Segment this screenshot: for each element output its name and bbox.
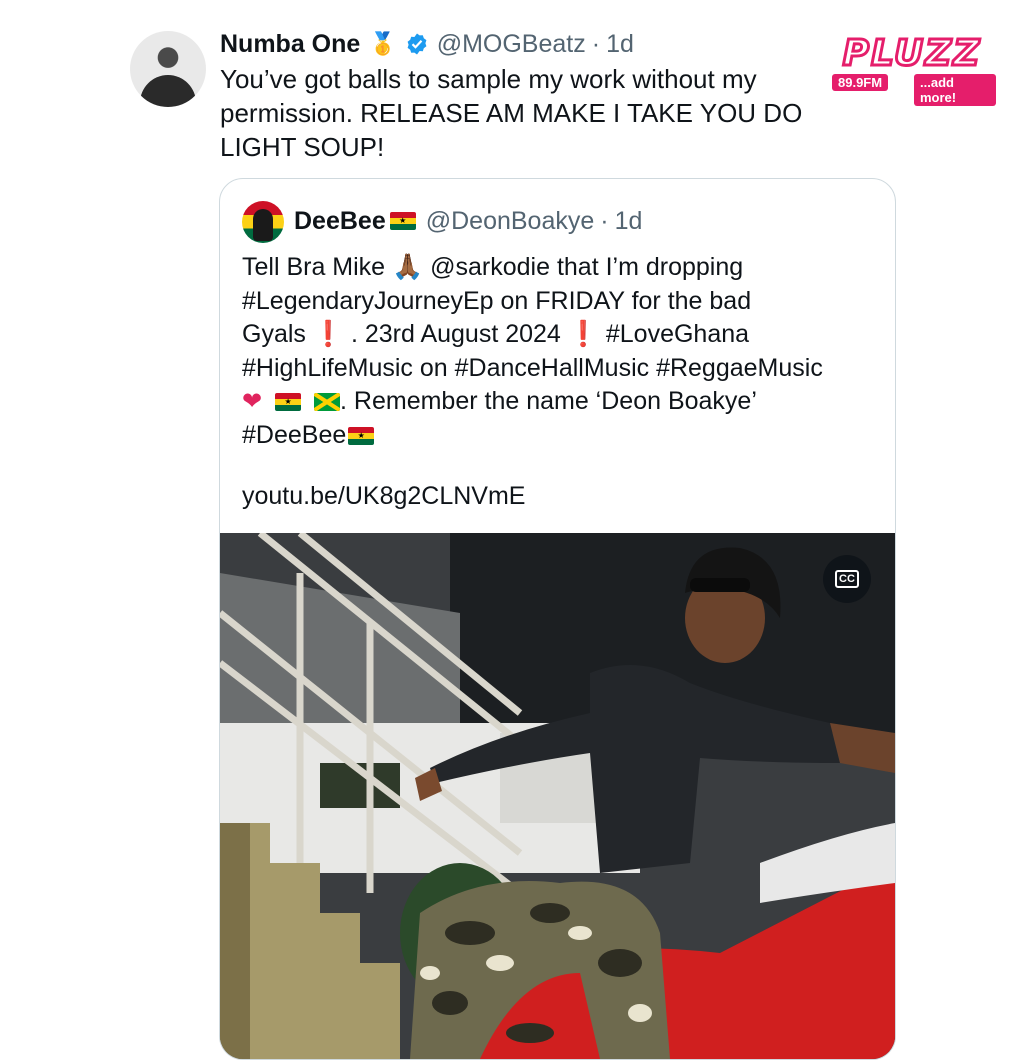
text-fragment: . 23rd August 2024 bbox=[344, 320, 568, 348]
logo-frequency: 89.9FM bbox=[832, 74, 889, 91]
tweet-text: You’ve got balls to sample my work witho… bbox=[220, 64, 803, 162]
quoted-author-handle[interactable]: @DeonBoakye bbox=[426, 207, 595, 236]
verified-badge-icon bbox=[407, 33, 427, 55]
closed-captions-button[interactable]: CC bbox=[823, 555, 871, 603]
tweet-timestamp[interactable]: 1d bbox=[606, 30, 634, 59]
author-avatar[interactable] bbox=[130, 31, 206, 107]
youtube-link[interactable]: youtu.be/UK8g2CLNVmE bbox=[242, 482, 525, 511]
quoted-meta-separator: · bbox=[600, 206, 609, 235]
quoted-author-avatar[interactable] bbox=[242, 201, 284, 243]
quoted-tweet-card[interactable]: DeeBee @DeonBoakye · 1d Tell Bra Mike 🙏🏾… bbox=[219, 178, 896, 1060]
quoted-timestamp[interactable]: 1d bbox=[615, 207, 643, 236]
text-fragment: . Remember the name ‘Deon Boakye’ bbox=[340, 387, 757, 415]
pluzz-fm-logo: PLUZZ 89.9FM ...add more! bbox=[828, 33, 996, 106]
tweet-header: Numba One 🥇 @MOGBeatz · 1d bbox=[220, 26, 634, 62]
text-fragment: #LoveGhana bbox=[598, 320, 750, 348]
quoted-tweet-text: Tell Bra Mike 🙏🏾 @sarkodie that I’m drop… bbox=[242, 251, 882, 452]
text-fragment: Gyals bbox=[242, 320, 313, 348]
ghana-flag-icon bbox=[275, 393, 302, 412]
logo-tagline: ...add more! bbox=[914, 74, 996, 106]
text-fragment: @sarkodie that I’m dropping bbox=[423, 253, 744, 281]
quoted-line-6: #DeeBee bbox=[242, 419, 882, 453]
ghana-flag-icon bbox=[348, 426, 375, 445]
ghana-flag-icon bbox=[389, 212, 416, 230]
quoted-tweet-header: DeeBee @DeonBoakye · 1d bbox=[294, 203, 642, 239]
quoted-line-1: Tell Bra Mike 🙏🏾 @sarkodie that I’m drop… bbox=[242, 251, 882, 285]
heart-icon: ❤ bbox=[242, 388, 263, 415]
logo-brand: PLUZZ bbox=[841, 33, 982, 74]
medal-icon: 🥇 bbox=[369, 31, 397, 56]
quoted-author-name[interactable]: DeeBee bbox=[294, 207, 386, 236]
meta-separator: · bbox=[591, 29, 601, 58]
quoted-line-2: #LegendaryJourneyEp on FRIDAY for the ba… bbox=[242, 286, 752, 315]
exclamation-icon: ❗ bbox=[312, 320, 344, 348]
exclamation-icon: ❗ bbox=[567, 320, 599, 348]
text-fragment: Tell Bra Mike bbox=[242, 253, 393, 281]
author-name[interactable]: Numba One bbox=[220, 30, 360, 59]
quoted-line-4: #HighLifeMusic on #DanceHallMusic #Regga… bbox=[242, 353, 823, 382]
cc-icon: CC bbox=[835, 570, 859, 588]
praying-hands-icon: 🙏🏾 bbox=[392, 253, 424, 281]
jamaica-flag-icon bbox=[314, 393, 341, 412]
quoted-line-3: Gyals ❗ . 23rd August 2024 ❗ #LoveGhana bbox=[242, 318, 882, 352]
author-handle[interactable]: @MOGBeatz bbox=[437, 30, 586, 59]
video-media[interactable]: CC bbox=[220, 533, 895, 1059]
video-frame-image bbox=[220, 533, 895, 1059]
quoted-line-5: ❤ . Remember the name ‘Deon Boakye’ bbox=[242, 385, 882, 419]
text-fragment: #DeeBee bbox=[242, 420, 347, 449]
